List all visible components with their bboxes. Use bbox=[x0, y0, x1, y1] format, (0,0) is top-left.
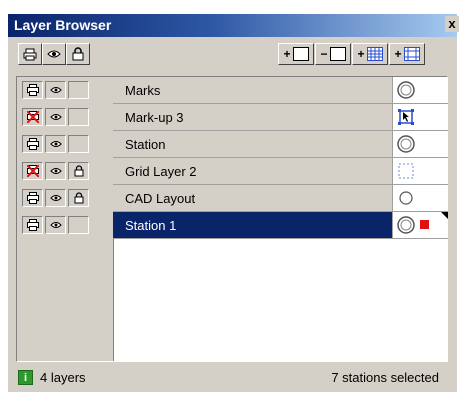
print-toggle[interactable] bbox=[22, 189, 43, 207]
layer-name: Station bbox=[125, 137, 166, 152]
print-toggle[interactable] bbox=[22, 216, 43, 234]
printer-icon bbox=[23, 48, 37, 60]
layer-icon bbox=[292, 47, 309, 61]
info-icon: i bbox=[18, 370, 33, 385]
printer-icon bbox=[26, 192, 39, 204]
grid-frame-icon bbox=[403, 47, 420, 61]
window-title: Layer Browser bbox=[14, 17, 112, 33]
cursor-frame-icon bbox=[398, 109, 414, 125]
eye-icon bbox=[47, 50, 61, 58]
lock-icon bbox=[72, 47, 84, 61]
lock-toggle[interactable] bbox=[68, 162, 89, 180]
visibility-toggle[interactable] bbox=[45, 135, 66, 153]
layer-list: Marks Mark-up 3 Station Grid Layer 2 CAD… bbox=[16, 76, 448, 362]
status-bar: i 4 layers 7 stations selected bbox=[8, 367, 457, 392]
plus-sign: + bbox=[283, 47, 291, 61]
lock-toggle[interactable] bbox=[68, 189, 89, 207]
visibility-toggle[interactable] bbox=[45, 216, 66, 234]
layer-symbol-cell[interactable] bbox=[392, 77, 448, 103]
layer-symbol-cell[interactable] bbox=[392, 104, 448, 130]
visibility-toggle[interactable] bbox=[45, 108, 66, 126]
add-grid-layer-button[interactable]: + bbox=[352, 43, 388, 65]
layer-name: Station 1 bbox=[125, 218, 177, 233]
eye-icon bbox=[49, 141, 62, 147]
printer-icon bbox=[26, 84, 39, 96]
lock-icon bbox=[74, 165, 83, 177]
add-layer-button[interactable]: + bbox=[278, 43, 314, 65]
layer-symbol-cell[interactable] bbox=[392, 212, 448, 238]
layer-symbol-cell[interactable] bbox=[392, 158, 448, 184]
layer-icon bbox=[329, 47, 346, 61]
circle-symbol-icon bbox=[399, 191, 413, 205]
print-toggle[interactable] bbox=[22, 81, 43, 99]
visibility-toggle[interactable] bbox=[45, 189, 66, 207]
close-button[interactable]: x bbox=[445, 16, 459, 32]
visibility-toggle[interactable] bbox=[45, 81, 66, 99]
grid-layer-icon bbox=[366, 47, 383, 61]
plus-sign: + bbox=[357, 47, 365, 61]
visibility-toggle[interactable] bbox=[45, 162, 66, 180]
layer-name: Marks bbox=[125, 83, 161, 98]
eye-icon bbox=[49, 195, 62, 201]
dotted-square-icon bbox=[398, 163, 414, 179]
print-disabled-icon bbox=[26, 111, 39, 123]
layer-name: Grid Layer 2 bbox=[125, 164, 197, 179]
lock-toggle[interactable] bbox=[68, 108, 89, 126]
lock-toggle[interactable] bbox=[68, 81, 89, 99]
eye-icon bbox=[49, 222, 62, 228]
layer-browser-panel: Layer Browser x + − + + Marks Mark-up 3 … bbox=[8, 14, 459, 392]
eye-icon bbox=[49, 114, 62, 120]
printer-icon bbox=[26, 219, 39, 231]
minus-sign: − bbox=[320, 47, 328, 61]
remove-layer-button[interactable]: − bbox=[315, 43, 351, 65]
lock-toggle-header[interactable] bbox=[66, 43, 90, 65]
print-toggle[interactable] bbox=[22, 108, 43, 126]
station-symbol-icon bbox=[397, 212, 448, 234]
layer-symbol-cell[interactable] bbox=[392, 131, 448, 157]
station-symbol-icon bbox=[397, 135, 415, 153]
stations-selected: 7 stations selected bbox=[331, 370, 439, 385]
print-toggle-header[interactable] bbox=[18, 43, 42, 65]
add-grid-frame-button[interactable]: + bbox=[389, 43, 425, 65]
layer-row[interactable]: Mark-up 3 bbox=[113, 104, 448, 131]
print-disabled-icon bbox=[26, 165, 39, 177]
layer-count: 4 layers bbox=[40, 370, 86, 385]
layer-row[interactable]: Grid Layer 2 bbox=[113, 158, 448, 185]
layer-row[interactable]: Marks bbox=[113, 77, 448, 104]
layer-symbol-cell[interactable] bbox=[392, 185, 448, 211]
layer-row-selected[interactable]: Station 1 bbox=[113, 212, 448, 239]
layer-name: Mark-up 3 bbox=[125, 110, 184, 125]
print-toggle[interactable] bbox=[22, 135, 43, 153]
plus-sign: + bbox=[394, 47, 402, 61]
eye-icon bbox=[49, 168, 62, 174]
lock-toggle[interactable] bbox=[68, 135, 89, 153]
print-toggle[interactable] bbox=[22, 162, 43, 180]
lock-icon bbox=[74, 192, 83, 204]
visibility-toggle-header[interactable] bbox=[42, 43, 66, 65]
station-symbol-icon bbox=[397, 81, 415, 99]
lock-toggle[interactable] bbox=[68, 216, 89, 234]
layer-row[interactable]: CAD Layout bbox=[113, 185, 448, 212]
eye-icon bbox=[49, 87, 62, 93]
title-bar: Layer Browser x bbox=[8, 14, 459, 37]
layer-row[interactable]: Station bbox=[113, 131, 448, 158]
layer-name: CAD Layout bbox=[125, 191, 196, 206]
printer-icon bbox=[26, 138, 39, 150]
